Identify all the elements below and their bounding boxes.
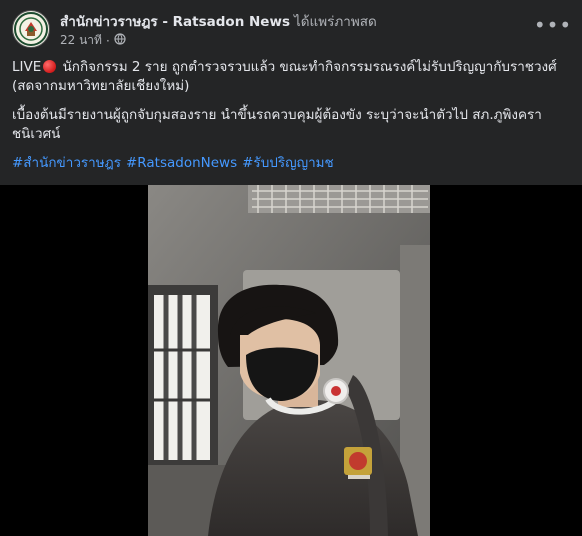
page-avatar[interactable] (12, 10, 50, 48)
hashtag-link[interactable]: #สำนักข่าวราษฎร (12, 155, 121, 171)
post-timestamp[interactable]: 22 นาที (60, 31, 102, 50)
live-label: LIVE (12, 59, 42, 75)
live-video-player[interactable] (0, 185, 582, 536)
more-options-icon[interactable]: ••• (534, 12, 571, 38)
live-dot-icon (43, 60, 57, 73)
post-headline: LIVE นักกิจกรรม 2 ราย ถูกตำรวจรวบแล้ว ขณ… (12, 58, 570, 96)
post-header: สำนักข่าวราษฎร - Ratsadon News ได้แพร่ภาพ… (0, 0, 582, 52)
more-options-label: ••• (533, 13, 573, 37)
headline-text: นักกิจกรรม 2 ราย ถูกตำรวจรวบแล้ว ขณะทำกิ… (12, 59, 557, 94)
hashtag-link[interactable]: #RatsadonNews (126, 155, 237, 171)
post-action-text: ได้แพร่ภาพสด (293, 14, 377, 30)
live-post: สำนักข่าวราษฎร - Ratsadon News ได้แพร่ภาพ… (0, 0, 582, 536)
page-name-line: สำนักข่าวราษฎร - Ratsadon News ได้แพร่ภาพ… (60, 10, 377, 32)
video-still-image (148, 185, 430, 536)
globe-icon (114, 33, 126, 48)
hashtag-list: #สำนักข่าวราษฎร #RatsadonNews #รับปริญญามช (12, 154, 570, 173)
post-meta: 22 นาที · (60, 31, 126, 50)
page-name-link[interactable]: สำนักข่าวราษฎร - Ratsadon News (60, 14, 290, 30)
post-paragraph: เบื้องต้นมีรายงานผู้ถูกจับกุมสองราย นำขึ… (12, 107, 542, 142)
video-frame (148, 185, 430, 536)
page-logo-icon (14, 12, 48, 46)
post-body: LIVE นักกิจกรรม 2 ราย ถูกตำรวจรวบแล้ว ขณ… (12, 58, 570, 183)
meta-separator: · (105, 33, 110, 48)
hashtag-link[interactable]: #รับปริญญามช (242, 155, 334, 171)
